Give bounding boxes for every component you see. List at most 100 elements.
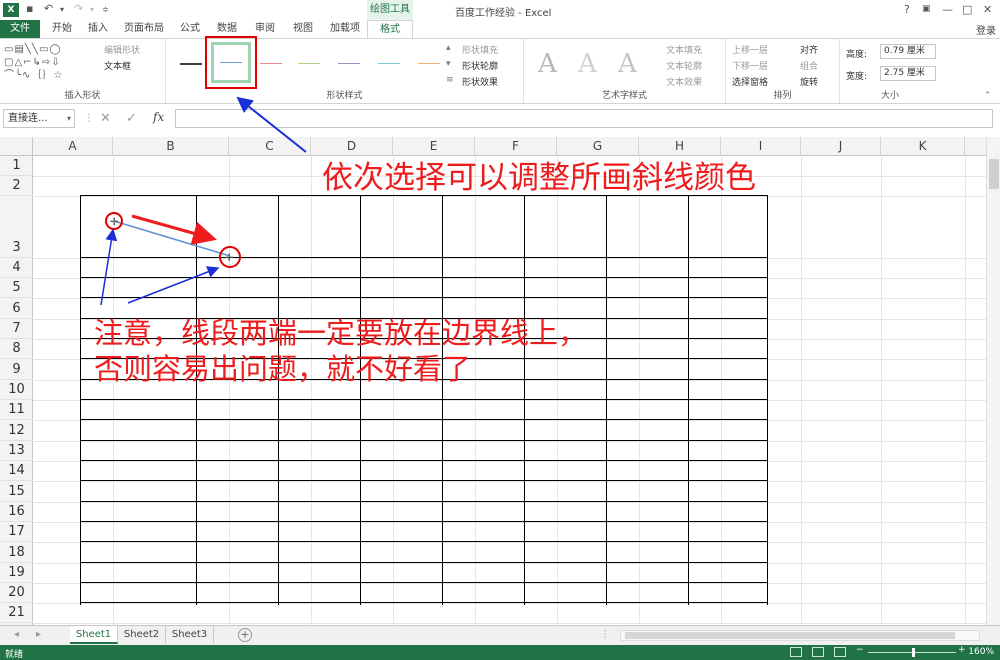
tab-split-handle-icon[interactable]: ⋮ — [600, 629, 610, 640]
column-header-j[interactable]: J — [801, 137, 881, 156]
wordart-style-3[interactable]: A — [618, 49, 637, 79]
zoom-out-icon[interactable]: − — [856, 645, 864, 655]
row-header-17[interactable]: 17 — [0, 522, 33, 542]
height-input[interactable]: 0.79 厘米 — [880, 44, 936, 59]
edit-shape-button[interactable]: 编辑形状 — [104, 43, 140, 56]
row-header-13[interactable]: 13 — [0, 441, 33, 461]
sign-in-link[interactable]: 登录 — [976, 22, 996, 37]
page-layout-view-button[interactable] — [812, 647, 824, 657]
restore-button[interactable]: □ — [962, 3, 972, 16]
shape-fill-button[interactable]: 形状填充 — [462, 43, 498, 56]
ribbon-display-options-icon[interactable]: ▣ — [922, 4, 931, 14]
tab-page-layout[interactable]: 页面布局 — [120, 20, 168, 38]
zoom-in-icon[interactable]: + — [958, 645, 966, 655]
shape-style-5[interactable] — [338, 63, 360, 64]
horizontal-scrollbar[interactable] — [620, 630, 980, 641]
row-header-4[interactable]: 4 — [0, 258, 33, 278]
normal-view-button[interactable] — [790, 647, 802, 657]
formula-input[interactable] — [175, 109, 993, 128]
row-header-1[interactable]: 1 — [0, 156, 33, 176]
add-sheet-button[interactable]: + — [238, 628, 252, 642]
row-header-19[interactable]: 19 — [0, 563, 33, 583]
zoom-slider-knob[interactable] — [912, 648, 915, 657]
wordart-style-2[interactable]: A — [578, 49, 597, 79]
row-header-12[interactable]: 12 — [0, 420, 33, 441]
shape-style-1[interactable] — [180, 63, 202, 65]
sheet-tab-3[interactable]: Sheet3 — [166, 626, 214, 644]
row-header-2[interactable]: 2 — [0, 176, 33, 196]
text-outline-button[interactable]: 文本轮廓 — [666, 59, 702, 72]
customize-quick-access-icon[interactable]: ≑ — [102, 5, 109, 14]
horizontal-scroll-thumb[interactable] — [625, 632, 955, 639]
column-header-k[interactable]: K — [881, 137, 965, 156]
close-button[interactable]: ✕ — [983, 3, 992, 16]
tab-insert[interactable]: 插入 — [84, 20, 112, 38]
tab-format[interactable]: 格式 — [367, 20, 413, 38]
group-button[interactable]: 组合 — [800, 59, 818, 72]
row-header-15[interactable]: 15 — [0, 481, 33, 502]
row-header-6[interactable]: 6 — [0, 298, 33, 319]
vertical-scroll-thumb[interactable] — [989, 159, 999, 189]
vertical-scrollbar[interactable] — [986, 137, 1000, 625]
help-button[interactable]: ? — [904, 3, 910, 16]
row-header-16[interactable]: 16 — [0, 502, 33, 522]
gallery-scroll-down-icon[interactable]: ▾ — [446, 59, 451, 69]
insert-function-icon[interactable]: fx — [153, 110, 164, 124]
tab-file[interactable]: 文件 — [0, 20, 40, 38]
undo-dropdown-icon[interactable]: ▾ — [60, 5, 64, 14]
name-box[interactable]: 直接连... ▾ — [3, 109, 75, 128]
row-header-9[interactable]: 9 — [0, 359, 33, 380]
row-header-21[interactable]: 21 — [0, 603, 33, 623]
enter-icon[interactable]: ✓ — [126, 111, 137, 126]
gallery-scroll-up-icon[interactable]: ▴ — [446, 43, 451, 53]
cancel-icon[interactable]: ✕ — [100, 111, 111, 126]
redo-dropdown-icon[interactable]: ▾ — [90, 5, 94, 14]
selection-pane-button[interactable]: 选择窗格 — [732, 75, 768, 88]
sheet-tab-1[interactable]: Sheet1 — [70, 626, 118, 644]
zoom-level[interactable]: 160% — [968, 647, 994, 657]
column-header-c[interactable]: C — [229, 137, 311, 156]
row-header-11[interactable]: 11 — [0, 400, 33, 420]
minimize-button[interactable]: — — [942, 3, 953, 16]
shape-style-2[interactable] — [211, 42, 251, 83]
gallery-more-icon[interactable]: ≡ — [446, 75, 454, 85]
row-header-3[interactable]: 3 — [0, 196, 33, 258]
text-fill-button[interactable]: 文本填充 — [666, 43, 702, 56]
shape-style-4[interactable] — [298, 63, 320, 64]
bring-forward-button[interactable]: 上移一层 — [732, 43, 768, 56]
undo-icon[interactable]: ↶ — [44, 2, 53, 15]
tab-formulas[interactable]: 公式 — [176, 20, 204, 38]
selected-shape-style-highlight[interactable] — [205, 36, 257, 89]
shape-style-6[interactable] — [378, 63, 400, 64]
tab-home[interactable]: 开始 — [48, 20, 76, 38]
textbox-button[interactable]: 文本框 — [104, 59, 131, 72]
tab-view[interactable]: 视图 — [288, 20, 318, 38]
column-header-a[interactable]: A — [33, 137, 113, 156]
column-header-b[interactable]: B — [113, 137, 229, 156]
collapse-ribbon-icon[interactable]: ⌃ — [984, 91, 992, 101]
width-input[interactable]: 2.75 厘米 — [880, 66, 936, 81]
row-header-14[interactable]: 14 — [0, 461, 33, 481]
select-all-corner[interactable] — [0, 137, 33, 156]
send-backward-button[interactable]: 下移一层 — [732, 59, 768, 72]
rotate-button[interactable]: 旋转 — [800, 75, 818, 88]
row-header-5[interactable]: 5 — [0, 278, 33, 298]
sheet-tab-2[interactable]: Sheet2 — [118, 626, 166, 644]
align-button[interactable]: 对齐 — [800, 43, 818, 56]
shape-outline-button[interactable]: 形状轮廓 — [462, 59, 498, 72]
row-header-10[interactable]: 10 — [0, 380, 33, 400]
name-box-dropdown-icon[interactable]: ▾ — [67, 110, 71, 127]
wordart-style-1[interactable]: A — [538, 49, 557, 79]
shape-effects-button[interactable]: 形状效果 — [462, 75, 498, 88]
row-header-8[interactable]: 8 — [0, 339, 33, 359]
page-break-view-button[interactable] — [834, 647, 846, 657]
row-header-18[interactable]: 18 — [0, 542, 33, 563]
shapes-gallery[interactable]: ▭▤╲╲▭◯ ▢△⌐↳⇨⇩ ⌒╰∿｛｝☆ — [4, 43, 100, 85]
bordered-table[interactable] — [80, 195, 768, 605]
row-header-20[interactable]: 20 — [0, 583, 33, 603]
shape-style-7[interactable] — [418, 63, 440, 64]
redo-icon[interactable]: ↷ — [74, 2, 83, 15]
prev-sheet-icon[interactable]: ◂ — [14, 629, 19, 640]
row-header-7[interactable]: 7 — [0, 319, 33, 339]
shape-style-3[interactable] — [260, 63, 282, 64]
